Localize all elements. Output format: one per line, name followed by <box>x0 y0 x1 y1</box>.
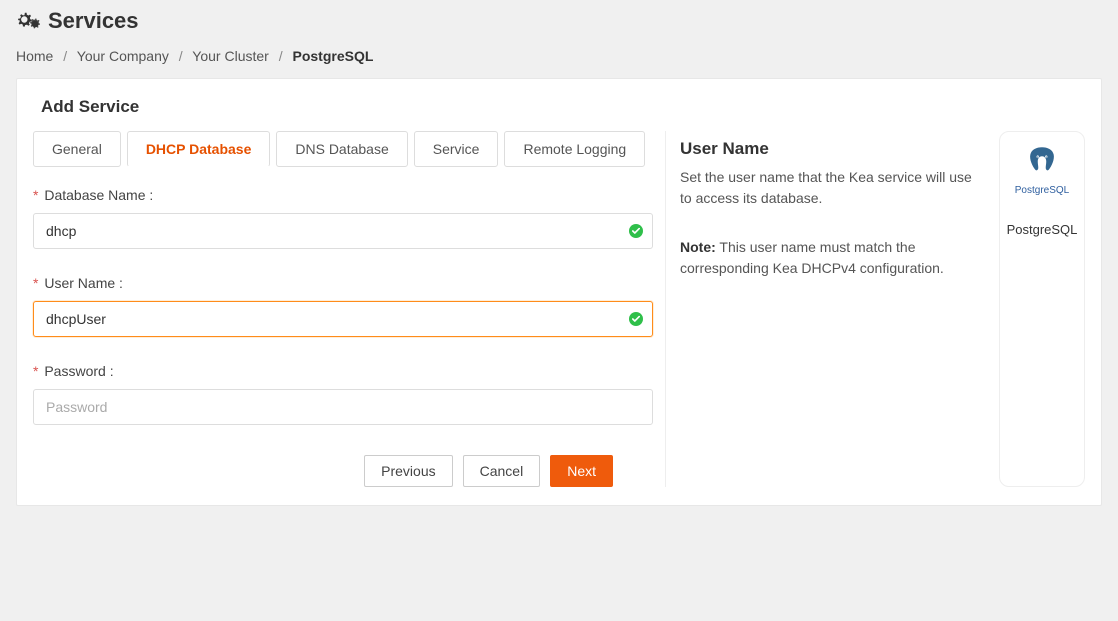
breadcrumb-sep: / <box>179 48 183 64</box>
form-column: General DHCP Database DNS Database Servi… <box>33 131 653 487</box>
button-row: Previous Cancel Next <box>33 455 653 487</box>
label-password-text: Password <box>44 363 105 379</box>
help-column: User Name Set the user name that the Kea… <box>665 131 1085 487</box>
label-database-name-text: Database Name <box>44 187 145 203</box>
breadcrumb-company[interactable]: Your Company <box>77 48 169 64</box>
input-wrap-user-name <box>33 301 653 337</box>
page-title-text: Services <box>48 8 139 34</box>
field-database-name: * Database Name : <box>33 187 653 249</box>
breadcrumb-cluster[interactable]: Your Cluster <box>192 48 269 64</box>
label-user-name: * User Name : <box>33 275 653 291</box>
tab-service[interactable]: Service <box>414 131 499 167</box>
input-password[interactable] <box>33 389 653 425</box>
input-wrap-database-name <box>33 213 653 249</box>
add-service-panel: Add Service General DHCP Database DNS Da… <box>16 78 1102 506</box>
check-icon <box>629 312 643 326</box>
required-marker: * <box>33 363 38 379</box>
cancel-button[interactable]: Cancel <box>463 455 541 487</box>
help-note-text: This user name must match the correspond… <box>680 239 944 276</box>
tabs: General DHCP Database DNS Database Servi… <box>33 131 653 167</box>
field-user-name: * User Name : <box>33 275 653 337</box>
help-note: Note: This user name must match the corr… <box>680 237 987 279</box>
breadcrumb-sep: / <box>63 48 67 64</box>
required-marker: * <box>33 275 38 291</box>
label-database-name: * Database Name : <box>33 187 653 203</box>
tab-general[interactable]: General <box>33 131 121 167</box>
help-text: User Name Set the user name that the Kea… <box>680 131 999 487</box>
breadcrumb: Home / Your Company / Your Cluster / Pos… <box>16 48 1102 64</box>
postgresql-logo-text: PostgreSQL <box>1006 185 1078 196</box>
breadcrumb-sep: / <box>279 48 283 64</box>
help-title: User Name <box>680 139 987 159</box>
service-card: PostgreSQL PostgreSQL <box>999 131 1085 487</box>
gears-icon <box>16 11 40 31</box>
input-database-name[interactable] <box>33 213 653 249</box>
panel-heading: Add Service <box>17 79 1101 131</box>
postgresql-icon <box>1006 144 1078 181</box>
next-button[interactable]: Next <box>550 455 613 487</box>
help-note-label: Note: <box>680 239 716 255</box>
input-wrap-password <box>33 389 653 425</box>
input-user-name[interactable] <box>33 301 653 337</box>
tab-dns-database[interactable]: DNS Database <box>276 131 407 167</box>
required-marker: * <box>33 187 38 203</box>
tab-remote-logging[interactable]: Remote Logging <box>504 131 645 167</box>
breadcrumb-home[interactable]: Home <box>16 48 53 64</box>
page-title: Services <box>16 8 1102 34</box>
field-password: * Password : <box>33 363 653 425</box>
service-card-caption: PostgreSQL <box>1006 222 1078 237</box>
previous-button[interactable]: Previous <box>364 455 452 487</box>
check-icon <box>629 224 643 238</box>
breadcrumb-current: PostgreSQL <box>293 48 374 64</box>
label-password: * Password : <box>33 363 653 379</box>
tab-dhcp-database[interactable]: DHCP Database <box>127 131 271 167</box>
help-description: Set the user name that the Kea service w… <box>680 167 987 209</box>
label-user-name-text: User Name <box>44 275 115 291</box>
